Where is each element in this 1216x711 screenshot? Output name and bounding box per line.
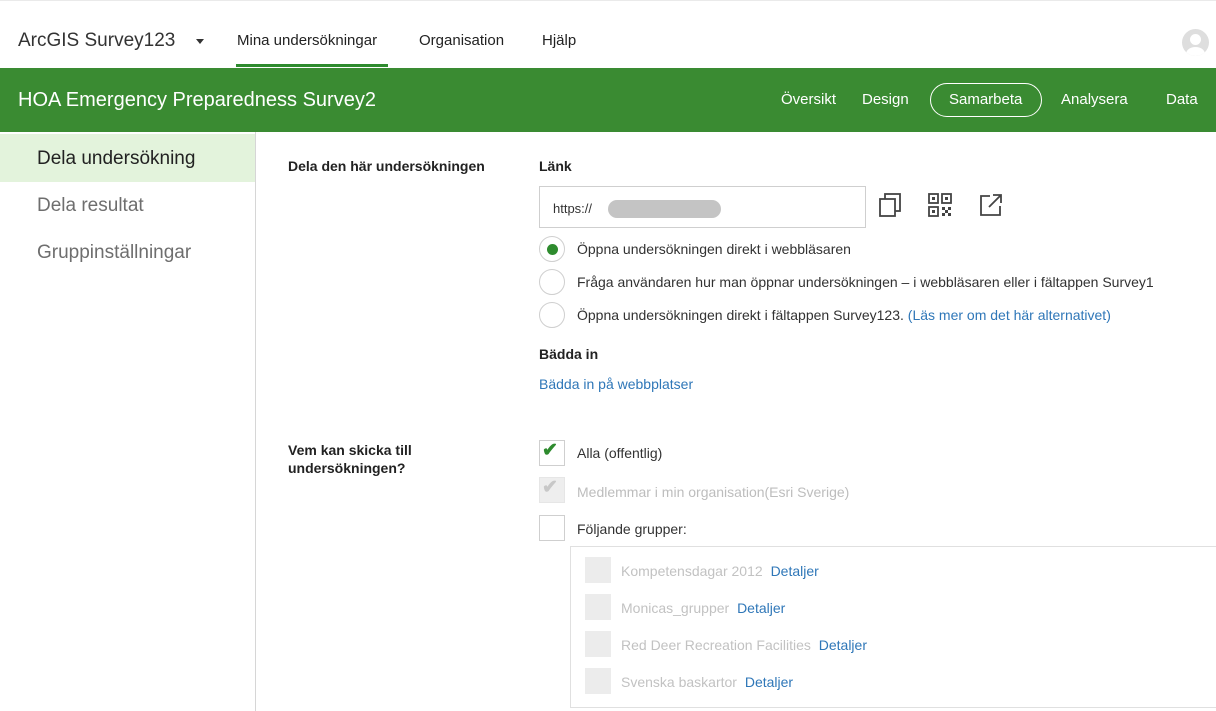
- group-checkbox: [585, 557, 611, 583]
- survey-link-value: https://: [553, 201, 593, 216]
- survey-title: HOA Emergency Preparedness Survey2: [18, 89, 376, 111]
- group-name: Red Deer Recreation Facilities Detaljer: [621, 637, 867, 653]
- sidebar-item-label: Gruppinställningar: [37, 242, 192, 263]
- option-field-app-text: Öppna undersökningen direkt i fältappen …: [577, 307, 904, 323]
- nav-help[interactable]: Hjälp: [542, 32, 576, 49]
- chevron-down-icon[interactable]: [196, 39, 204, 44]
- embed-label: Bädda in: [539, 346, 599, 362]
- checkmark-icon: ✔: [542, 477, 558, 498]
- radio-ask-user[interactable]: [539, 269, 565, 295]
- group-checkbox: [585, 668, 611, 694]
- sidebar-item-group-settings[interactable]: Gruppinställningar: [0, 228, 255, 276]
- group-name: Kompetensdagar 2012 Detaljer: [621, 563, 819, 579]
- tab-analyze[interactable]: Analysera: [1061, 91, 1128, 108]
- redacted-url: [608, 200, 721, 218]
- copy-icon[interactable]: [876, 190, 906, 220]
- radio-open-browser[interactable]: [539, 236, 565, 262]
- sidebar-item-share-survey[interactable]: Dela undersökning: [0, 134, 255, 182]
- qr-code-icon[interactable]: [925, 190, 955, 220]
- link-label: Länk: [539, 158, 572, 174]
- option-ask-user-label: Fråga användaren hur man öppnar undersök…: [577, 274, 1154, 290]
- checkmark-icon: ✔: [542, 440, 558, 461]
- tab-design[interactable]: Design: [862, 91, 909, 108]
- checkbox-organization: ✔: [539, 477, 565, 503]
- embed-link[interactable]: Bädda in på webbplatser: [539, 376, 693, 392]
- groups-list: Kompetensdagar 2012 Detaljer Monicas_gru…: [570, 546, 1216, 708]
- group-name-text: Monicas_grupper: [621, 600, 730, 616]
- group-details-link[interactable]: Detaljer: [771, 563, 819, 579]
- group-details-link[interactable]: Detaljer: [819, 637, 867, 653]
- access-label: Vem kan skicka till undersökningen?: [288, 442, 412, 476]
- option-organization-label: Medlemmar i min organisation(Esri Sverig…: [577, 484, 850, 500]
- group-details-link[interactable]: Detaljer: [737, 600, 785, 616]
- checkbox-groups[interactable]: [539, 515, 565, 541]
- group-details-link[interactable]: Detaljer: [745, 674, 793, 690]
- group-checkbox: [585, 631, 611, 657]
- survey-link-field[interactable]: https://: [539, 186, 866, 228]
- nav-organization[interactable]: Organisation: [419, 32, 504, 49]
- share-section-label: Dela den här undersökningen: [288, 158, 485, 174]
- radio-open-field-app[interactable]: [539, 302, 565, 328]
- open-in-new-icon[interactable]: [976, 190, 1006, 220]
- survey-header: HOA Emergency Preparedness Survey2 Övers…: [0, 68, 1216, 132]
- option-open-browser-label: Öppna undersökningen direkt i webbläsare…: [577, 241, 851, 257]
- sidebar-item-label: Dela resultat: [37, 195, 144, 216]
- group-name-text: Kompetensdagar 2012: [621, 563, 763, 579]
- group-name: Svenska baskartor Detaljer: [621, 674, 793, 690]
- app-title[interactable]: ArcGIS Survey123: [18, 30, 175, 52]
- sidebar-divider: [255, 132, 256, 711]
- group-name-text: Red Deer Recreation Facilities: [621, 637, 811, 653]
- group-checkbox: [585, 594, 611, 620]
- option-field-app-label: Öppna undersökningen direkt i fältappen …: [577, 307, 1111, 323]
- sidebar-item-label: Dela undersökning: [37, 148, 196, 169]
- top-navigation: ArcGIS Survey123 Mina undersökningar Org…: [0, 0, 1216, 69]
- option-public-label: Alla (offentlig): [577, 445, 663, 461]
- active-nav-indicator: [236, 64, 388, 67]
- option-groups-label: Följande grupper:: [577, 521, 687, 537]
- checkbox-public[interactable]: ✔: [539, 440, 565, 466]
- learn-more-link[interactable]: (Läs mer om det här alternativet): [908, 307, 1111, 323]
- group-name: Monicas_grupper Detaljer: [621, 600, 785, 616]
- sidebar-item-share-results[interactable]: Dela resultat: [0, 181, 255, 229]
- tab-overview[interactable]: Översikt: [781, 91, 836, 108]
- tab-collaborate[interactable]: Samarbeta: [949, 91, 1022, 108]
- nav-my-surveys[interactable]: Mina undersökningar: [237, 32, 377, 49]
- tab-data[interactable]: Data: [1166, 91, 1198, 108]
- user-avatar-icon[interactable]: [1182, 29, 1209, 56]
- group-name-text: Svenska baskartor: [621, 674, 737, 690]
